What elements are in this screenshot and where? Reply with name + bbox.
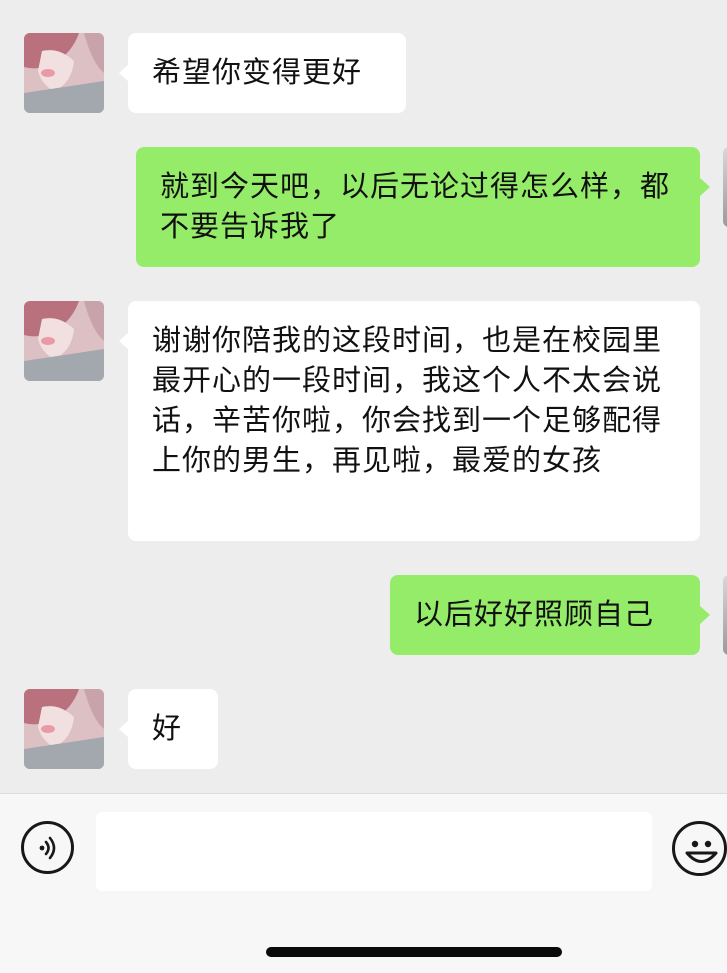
message-text: 谢谢你陪我的这段时间，也是在校园里最开心的一段时间，我这个人不太会说话，辛苦你啦… (152, 323, 663, 477)
message-text: 好 (152, 711, 183, 745)
message-input[interactable] (96, 812, 652, 891)
emoji-icon[interactable] (672, 821, 727, 876)
own-avatar[interactable] (723, 147, 727, 227)
contact-avatar-image (24, 689, 104, 769)
received-message-bubble[interactable]: 谢谢你陪我的这段时间，也是在校园里最开心的一段时间，我这个人不太会说话，辛苦你啦… (128, 301, 700, 541)
received-message-bubble[interactable]: 希望你变得更好 (128, 33, 406, 113)
contact-avatar[interactable] (24, 301, 104, 381)
message-text: 就到今天吧，以后无论过得怎么样，都不要告诉我了 (160, 169, 671, 243)
message-text: 以后好好照顾自己 (414, 597, 655, 631)
chat-input-bar (0, 793, 727, 973)
voice-icon[interactable] (21, 821, 74, 874)
home-indicator[interactable] (266, 947, 562, 957)
contact-avatar[interactable] (24, 33, 104, 113)
received-message-bubble[interactable]: 好 (128, 689, 218, 769)
bubble-tail (700, 178, 710, 196)
sent-message-bubble[interactable]: 就到今天吧，以后无论过得怎么样，都不要告诉我了 (136, 147, 700, 267)
message-text: 希望你变得更好 (152, 55, 363, 89)
own-avatar[interactable] (723, 575, 727, 655)
bubble-tail (700, 606, 710, 624)
chat-message-list[interactable]: 希望你变得更好 就到今天吧，以后无论过得怎么样，都不要告诉我了 谢谢你陪我的这段… (0, 0, 727, 793)
contact-avatar-image (24, 33, 104, 113)
sent-message-bubble[interactable]: 以后好好照顾自己 (390, 575, 700, 655)
contact-avatar-image (24, 301, 104, 381)
contact-avatar[interactable] (24, 689, 104, 769)
